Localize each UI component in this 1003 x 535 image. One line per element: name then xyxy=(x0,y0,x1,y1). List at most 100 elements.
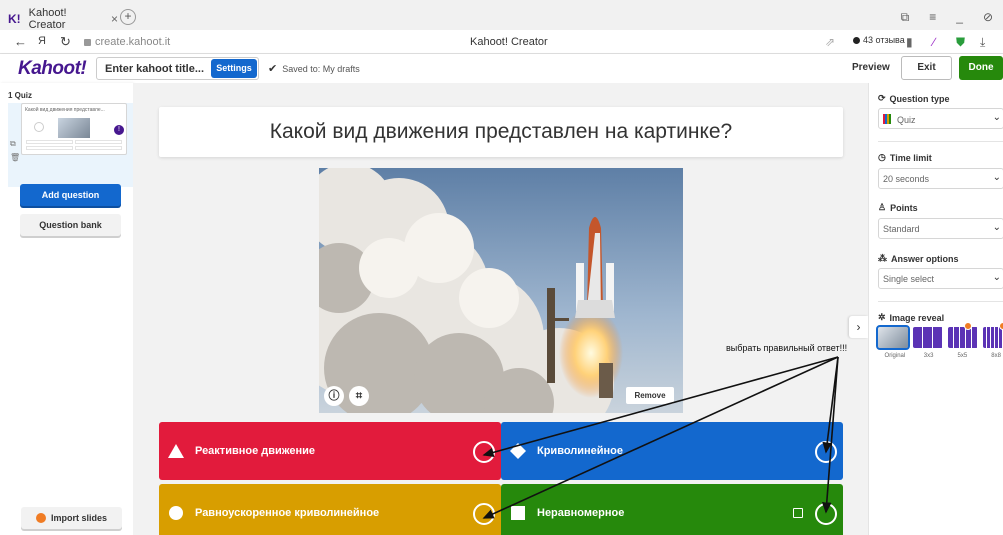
preview-button[interactable]: Preview xyxy=(852,62,890,73)
circle-icon xyxy=(167,504,185,522)
answer-options-label: Answer options xyxy=(891,253,959,264)
yandex-icon[interactable]: Я xyxy=(38,35,46,47)
correct-toggle-1[interactable] xyxy=(473,441,495,463)
import-slides-label: Import slides xyxy=(50,513,107,523)
slide-thumb-text: Какой вид движения представле... xyxy=(25,107,105,113)
correct-toggle-3[interactable] xyxy=(473,503,495,525)
premium-badge-icon xyxy=(999,322,1003,330)
answer-options-value: Single select xyxy=(883,274,935,284)
reveal-original[interactable] xyxy=(876,325,910,350)
new-tab-button[interactable]: + xyxy=(120,9,136,25)
browser-menu-icon[interactable]: ≡ xyxy=(929,10,936,25)
points-select[interactable]: Standard ⌄ xyxy=(878,218,1003,239)
window-restore-icon[interactable]: ⧉ xyxy=(901,10,910,25)
browser-tab[interactable]: K! Kahoot! Creator × xyxy=(8,7,118,31)
app-root: K! Kahoot! Creator × + ⧉ ≡ _ ⊘ ← Я ↻ cre… xyxy=(0,0,1003,535)
answer-3[interactable]: Равноускоренное криволинейное xyxy=(159,484,501,535)
pen-extension-icon[interactable]: ∕ xyxy=(933,35,935,49)
slide-thumbnail[interactable]: Какой вид движения представле... ! xyxy=(21,103,127,155)
kahoot-topbar: Kahoot! Enter kahoot title... Settings ✔… xyxy=(0,54,1003,83)
time-limit-label: Time limit xyxy=(889,152,932,163)
chevron-down-icon: ⌄ xyxy=(992,172,1001,183)
close-window-icon[interactable]: ⊘ xyxy=(983,10,993,25)
reveal-label-8x8: 8x8 xyxy=(991,353,1001,359)
image-reveal-options xyxy=(876,322,1003,350)
reviews-badge[interactable]: 43 отзыва xyxy=(853,35,905,45)
reveal-icon: ✲ xyxy=(878,312,886,322)
save-status-text: Saved to: My drafts xyxy=(282,63,360,74)
bookmark-icon[interactable]: ▮ xyxy=(906,35,913,49)
answer-2-text: Криволинейное xyxy=(537,445,624,457)
question-image[interactable]: ⓘ ⌗ Remove xyxy=(319,168,683,413)
chevron-down-icon: ⌄ xyxy=(992,222,1001,233)
answer-4[interactable]: Неравномерное xyxy=(501,484,843,535)
save-status: ✔ Saved to: My drafts xyxy=(268,62,360,75)
premium-badge-icon xyxy=(964,322,972,330)
rocket-launch-image xyxy=(319,168,683,413)
collapse-panel-button[interactable]: › xyxy=(849,316,868,338)
minimize-icon[interactable]: _ xyxy=(956,10,963,25)
points-icon: ♙ xyxy=(878,202,887,212)
answer-1[interactable]: Реактивное движение xyxy=(159,422,501,480)
points-value: Standard xyxy=(883,224,920,234)
answer-options-select[interactable]: Single select ⌄ xyxy=(878,268,1003,289)
question-type-select[interactable]: Quiz ⌄ xyxy=(878,108,1003,129)
answer-2[interactable]: Криволинейное xyxy=(501,422,843,480)
image-reveal-labels: Original 3x3 5x5 8x8 xyxy=(878,353,1003,359)
time-limit-heading: ◷ Time limit xyxy=(878,152,932,163)
clock-icon: ◷ xyxy=(878,152,886,162)
editor-canvas: Какой вид движения представлен на картин… xyxy=(133,83,868,535)
done-button[interactable]: Done xyxy=(959,56,1003,80)
kahoot-logo[interactable]: Kahoot! xyxy=(18,58,87,80)
answer-options-icon: ⁂ xyxy=(878,253,887,263)
question-input[interactable]: Какой вид движения представлен на картин… xyxy=(159,107,843,157)
slides-sidebar: 1 Quiz ⧉ 🗑 Какой вид движения представле… xyxy=(0,83,133,535)
triangle-icon xyxy=(167,442,185,460)
delete-icon[interactable]: 🗑 xyxy=(10,151,20,165)
add-question-button[interactable]: Add question xyxy=(20,184,121,206)
remove-image-button[interactable]: Remove xyxy=(626,387,674,404)
reveal-5x5[interactable] xyxy=(948,322,978,348)
duplicate-icon[interactable]: ⧉ xyxy=(10,137,20,151)
import-icon xyxy=(35,513,46,523)
import-slides-button[interactable]: Import slides xyxy=(21,507,122,529)
points-label: Points xyxy=(890,202,918,213)
reveal-label-3x3: 3x3 xyxy=(923,353,934,359)
timer-icon xyxy=(34,122,44,132)
diamond-icon xyxy=(509,442,527,460)
info-icon[interactable]: ⓘ xyxy=(324,386,344,406)
settings-button[interactable]: Settings xyxy=(211,59,257,78)
question-settings-panel: ⟳ Question type Quiz ⌄ ◷ Time limit 20 s… xyxy=(868,83,1003,535)
reveal-label-original: Original xyxy=(884,353,906,359)
kahoot-favicon-icon: K! xyxy=(8,12,21,26)
add-image-icon[interactable] xyxy=(793,508,803,518)
warning-icon: ! xyxy=(114,125,124,135)
lock-icon xyxy=(84,38,91,46)
page-title: Kahoot! Creator xyxy=(470,36,548,48)
crop-icon[interactable]: ⌗ xyxy=(349,386,369,406)
correct-toggle-4[interactable] xyxy=(815,503,837,525)
browser-tabbar: K! Kahoot! Creator × + ⧉ ≡ _ ⊘ xyxy=(0,0,1003,31)
answer-3-text: Равноускоренное криволинейное xyxy=(195,507,380,519)
reload-icon[interactable]: ↻ xyxy=(60,34,71,50)
tab-close-icon[interactable]: × xyxy=(111,12,118,26)
exit-button[interactable]: Exit xyxy=(901,56,952,80)
address-bar: ← Я ↻ create.kahoot.it Kahoot! Creator ⇗… xyxy=(0,30,1003,54)
slide-label: 1 Quiz xyxy=(8,91,33,100)
back-icon[interactable]: ← xyxy=(14,34,27,49)
reveal-3x3[interactable] xyxy=(913,327,943,348)
chevron-down-icon: ⌄ xyxy=(992,272,1001,283)
url-field[interactable]: create.kahoot.it xyxy=(84,36,170,48)
shield-icon[interactable]: ⛊ xyxy=(956,35,965,50)
reviews-icon xyxy=(853,36,860,44)
divider xyxy=(878,141,1003,142)
reveal-8x8[interactable] xyxy=(983,322,1003,348)
annotation-note: выбрать правильный ответ!!! xyxy=(726,343,848,353)
question-type-value: Quiz xyxy=(897,115,916,125)
window-controls: ⧉ ≡ _ ⊘ xyxy=(901,10,993,25)
question-bank-button[interactable]: Question bank xyxy=(20,214,121,236)
correct-toggle-2[interactable] xyxy=(815,441,837,463)
translate-icon[interactable]: ⇗ xyxy=(825,35,835,49)
downloads-icon[interactable]: ⤓ xyxy=(980,35,985,50)
time-limit-select[interactable]: 20 seconds ⌄ xyxy=(878,168,1003,189)
